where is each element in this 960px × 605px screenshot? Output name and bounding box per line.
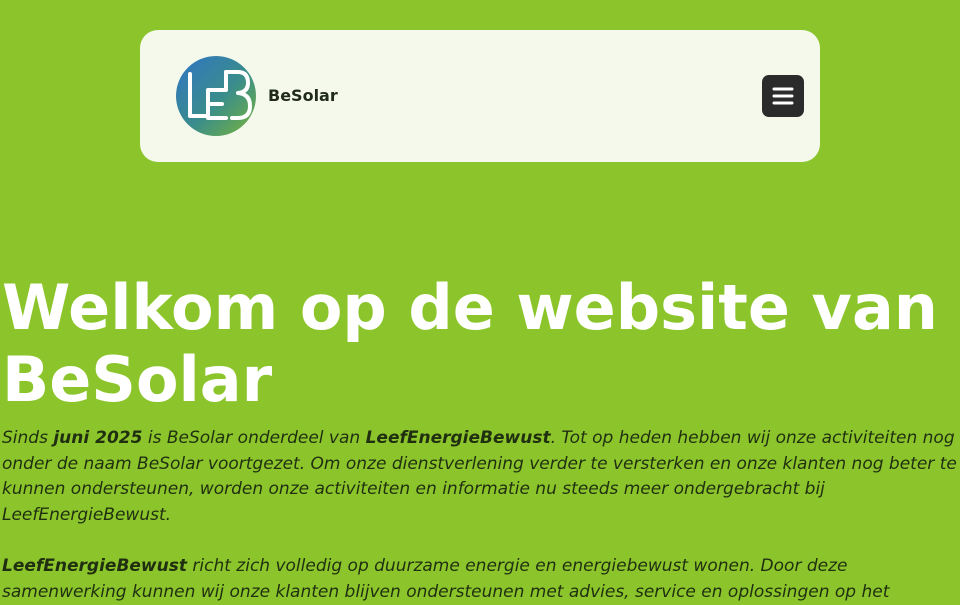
site-header: BeSolar: [140, 30, 820, 162]
intro-text-1: Sinds: [2, 428, 54, 448]
intro-org: LeefEnergieBewust: [365, 428, 551, 448]
brand-name[interactable]: BeSolar: [268, 86, 338, 106]
intro-date: juni 2025: [53, 428, 143, 448]
intro-paragraph: Sinds juni 2025 is BeSolar onderdeel van…: [2, 426, 958, 528]
menu-button[interactable]: [762, 75, 804, 117]
hamburger-icon: [772, 87, 794, 105]
intro-text-2: is BeSolar onderdeel van: [142, 428, 366, 448]
leb-logo[interactable]: [176, 56, 256, 136]
para2-org: LeefEnergieBewust: [2, 556, 187, 576]
second-paragraph: LeefEnergieBewust richt zich volledig op…: [2, 554, 958, 605]
hero-title: Welkom op de website van BeSolar: [2, 271, 938, 416]
leb-logo-icon: [188, 70, 252, 120]
